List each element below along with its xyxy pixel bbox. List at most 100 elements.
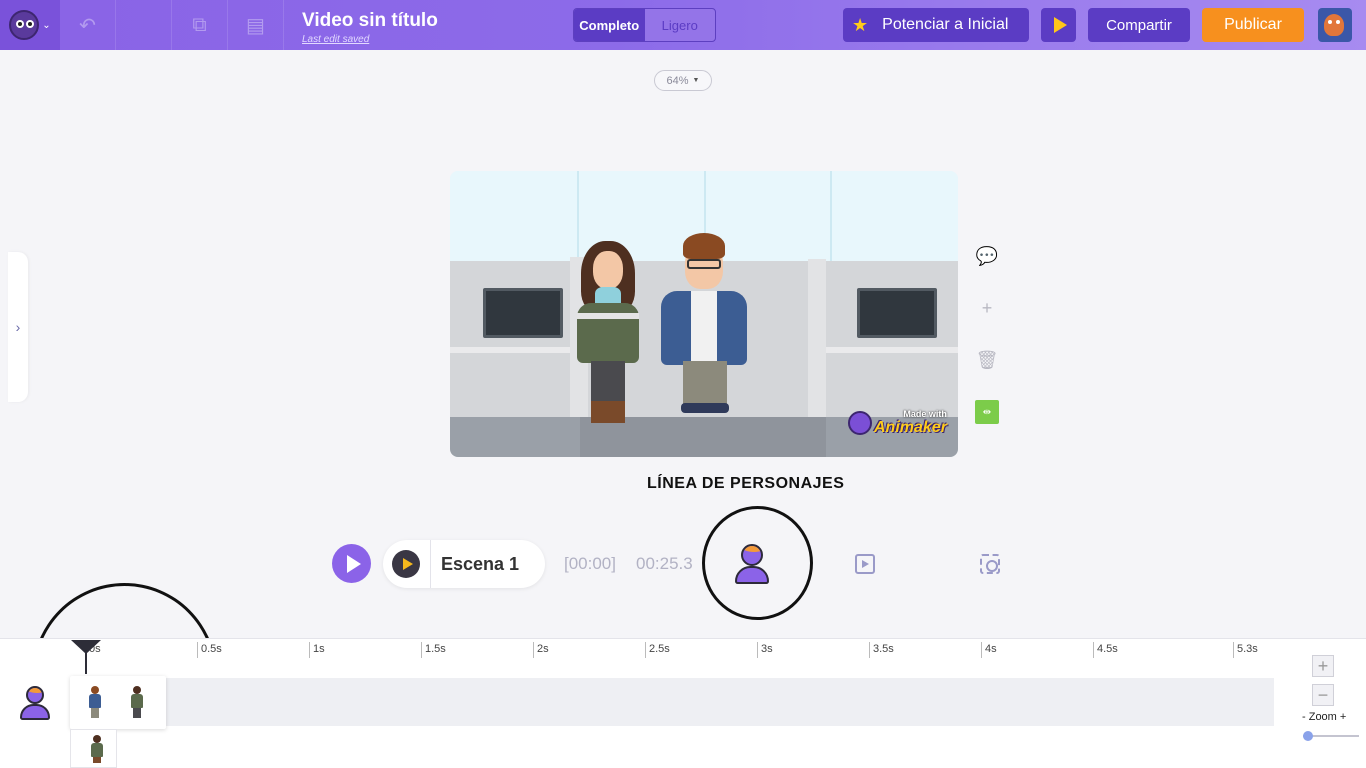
character-timeline-button[interactable] <box>734 544 770 584</box>
scene-item-thumbnail[interactable] <box>70 729 117 768</box>
thumb-head <box>133 686 141 694</box>
timeline-zoom-knob[interactable] <box>1302 731 1313 741</box>
copy-button[interactable]: ⧉ <box>172 0 228 50</box>
watermark-text: Made with Animaker <box>874 409 947 437</box>
copy-icon: ⧉ <box>192 13 207 36</box>
scene-selector[interactable]: Escena 1 <box>383 540 545 588</box>
upgrade-label: Potenciar a Inicial <box>882 16 1009 33</box>
floor-left <box>450 417 580 457</box>
ruler-tick: 2s <box>533 642 549 658</box>
character-man[interactable] <box>661 233 747 423</box>
character-track[interactable] <box>70 678 1274 726</box>
project-title[interactable]: Video sin título <box>302 10 438 32</box>
character-body-icon <box>20 704 50 720</box>
playhead-line <box>85 652 87 674</box>
fit-icon: ⇹ <box>982 406 992 418</box>
caret-down-icon: ▼ <box>692 77 700 84</box>
divider <box>430 540 431 588</box>
total-time: 00:25.3 <box>636 554 693 573</box>
annotation-label: LÍNEA DE PERSONAJES <box>647 475 845 492</box>
minus-icon: − <box>1317 684 1329 705</box>
paste-icon: ▤ <box>246 14 265 37</box>
thumb-head <box>93 735 101 743</box>
app-menu-button[interactable]: ⌄ <box>0 0 60 50</box>
add-button[interactable]: + <box>975 296 999 320</box>
paste-button[interactable]: ▤ <box>228 0 284 50</box>
play-all-button[interactable] <box>332 544 371 583</box>
character-track-icon <box>20 686 52 722</box>
chevron-right-icon: › <box>15 319 21 335</box>
character-body-icon <box>735 566 769 584</box>
thumb-legs <box>93 757 101 763</box>
character-man-thumbnail <box>89 686 101 718</box>
character-timeline-item[interactable] <box>70 676 166 729</box>
character-head-icon <box>26 686 44 704</box>
canvas-zoom-value: 64% <box>666 74 689 87</box>
star-icon: ★ <box>852 14 869 35</box>
character-woman-thumbnail <box>131 686 143 718</box>
redo-button[interactable] <box>116 0 172 50</box>
publish-button[interactable]: Publicar <box>1202 8 1304 42</box>
character-head-icon <box>741 544 763 566</box>
monitor-right <box>857 288 937 338</box>
ruler-tick: 1.5s <box>421 642 446 658</box>
animaker-watermark: Made with Animaker <box>848 409 947 437</box>
timeline-playhead[interactable] <box>71 640 101 674</box>
comment-icon: 💬 <box>975 245 999 266</box>
character-sweater <box>577 303 639 363</box>
thumb-body <box>91 743 103 757</box>
timeline-zoom-out-button[interactable]: − <box>1312 684 1334 706</box>
ruler-tick: 3s <box>757 642 773 658</box>
top-bar: ⌄ ↶ ⧉ ▤ Video sin título Last edit saved… <box>0 0 1366 50</box>
timeline-ruler[interactable]: 0s 0.5s 1s 1.5s 2s 2.5s 3s 3.5s 4s 4.5s … <box>85 640 1275 660</box>
thumb-legs <box>91 708 99 718</box>
fit-button[interactable]: ⇹ <box>975 400 999 424</box>
play-icon <box>1053 17 1067 33</box>
ruler-tick: 0.5s <box>197 642 222 658</box>
delete-icon: 🗑 <box>975 349 999 370</box>
thumb-body <box>89 694 101 708</box>
character-woman[interactable] <box>577 241 643 426</box>
ruler-tick: 4s <box>981 642 997 658</box>
play-scene-button[interactable] <box>392 550 420 578</box>
screenshot-icon[interactable] <box>980 554 1000 574</box>
timeline-zoom-in-button[interactable]: + <box>1312 655 1334 677</box>
add-icon: + <box>981 297 993 318</box>
character-pants <box>683 361 727 407</box>
comment-button[interactable]: 💬 <box>975 244 999 268</box>
video-icon[interactable] <box>855 554 875 574</box>
desk <box>450 347 580 353</box>
thumb-head <box>91 686 99 694</box>
character-legs <box>591 361 625 405</box>
share-button[interactable]: Compartir <box>1088 8 1190 42</box>
animaker-logo-icon <box>9 10 40 40</box>
play-icon <box>346 554 361 573</box>
ruler-tick: 1s <box>309 642 325 658</box>
library-panel-toggle[interactable]: › <box>8 252 28 402</box>
mode-toggle: Completo Ligero <box>573 8 716 42</box>
undo-button[interactable]: ↶ <box>60 0 116 50</box>
scene-label: Escena 1 <box>441 553 520 574</box>
mode-light-option[interactable]: Ligero <box>645 9 716 41</box>
plus-icon: + <box>1317 655 1329 676</box>
monitor-left <box>483 288 563 338</box>
project-title-area: Video sin título Last edit saved <box>302 10 438 45</box>
character-shoes <box>681 403 729 413</box>
chevron-down-icon: ⌄ <box>42 19 51 31</box>
animaker-logo-icon <box>848 411 872 435</box>
scene-canvas[interactable]: Made with Animaker <box>450 171 958 457</box>
ruler-tick: 4.5s <box>1093 642 1118 658</box>
delete-button[interactable]: 🗑 <box>975 348 999 372</box>
character-woman-thumbnail <box>91 735 103 763</box>
thumb-legs <box>133 708 141 718</box>
ruler-tick: 5.3s <box>1233 642 1258 658</box>
last-edit-status[interactable]: Last edit saved <box>302 34 438 45</box>
preview-button[interactable] <box>1041 8 1076 42</box>
avatar[interactable] <box>1318 8 1352 42</box>
thumb-body <box>131 694 143 708</box>
upgrade-button[interactable]: ★ Potenciar a Inicial <box>843 8 1029 42</box>
mode-complete-option[interactable]: Completo <box>574 9 645 41</box>
character-glasses <box>687 259 721 269</box>
ruler-tick: 2.5s <box>645 642 670 658</box>
canvas-zoom-dropdown[interactable]: 64% ▼ <box>654 70 712 91</box>
